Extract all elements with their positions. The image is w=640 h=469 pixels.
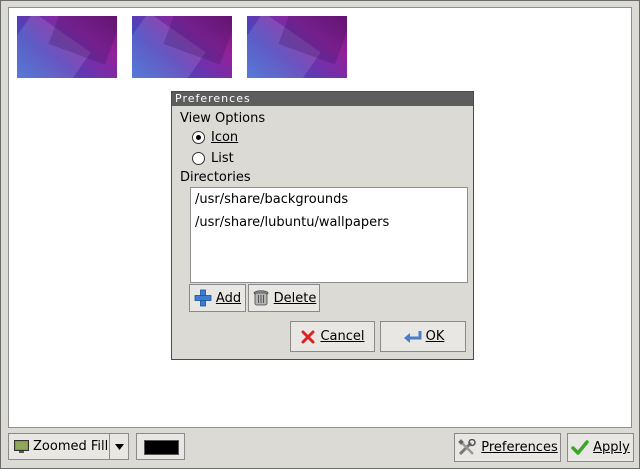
wallpaper-thumbnail-3[interactable] [247, 16, 347, 78]
radio-icon-button[interactable] [192, 130, 205, 144]
chevron-down-icon[interactable] [109, 434, 128, 459]
ok-label: OK [425, 329, 445, 344]
list-item[interactable]: /usr/share/backgrounds [195, 192, 348, 207]
radio-list-button[interactable] [192, 151, 205, 165]
view-options-label: View Options [180, 111, 266, 126]
tools-icon [458, 438, 477, 455]
apply-label: Apply [593, 440, 630, 455]
preferences-label: Preferences [481, 440, 558, 455]
delete-label: Delete [273, 290, 317, 306]
radio-icon-label: Icon [211, 129, 239, 145]
apply-button[interactable]: Apply [567, 433, 634, 462]
color-picker-button[interactable] [136, 433, 185, 460]
add-label: Add [215, 290, 242, 306]
wallpaper-thumbnail-2[interactable] [132, 16, 232, 78]
color-swatch [144, 440, 179, 455]
checkmark-icon [571, 439, 589, 455]
cancel-button[interactable]: Cancel [290, 321, 375, 352]
delete-button[interactable]: Delete [248, 284, 320, 312]
fill-mode-label: Zoomed Fill [33, 439, 109, 454]
add-button[interactable]: Add [189, 284, 246, 312]
cancel-icon [301, 330, 315, 343]
cancel-label: Cancel [320, 329, 365, 344]
radio-icon[interactable]: Icon [192, 128, 238, 146]
list-item[interactable]: /usr/share/lubuntu/wallpapers [195, 215, 389, 230]
preferences-button[interactable]: Preferences [454, 433, 561, 462]
main-window: Preferences View Options Icon List Direc… [0, 0, 640, 469]
monitor-icon [14, 440, 29, 453]
ok-button[interactable]: OK [380, 321, 466, 352]
return-arrow-icon [403, 330, 422, 343]
add-icon [194, 289, 212, 307]
radio-list[interactable]: List [192, 149, 234, 167]
radio-list-label: List [211, 150, 234, 166]
fill-mode-select[interactable]: Zoomed Fill [8, 433, 129, 460]
directories-list[interactable]: /usr/share/backgrounds /usr/share/lubunt… [190, 187, 468, 283]
preferences-dialog: Preferences View Options Icon List Direc… [171, 91, 474, 360]
trash-icon [253, 290, 269, 306]
dialog-title: Preferences [172, 92, 473, 106]
wallpaper-thumbnail-1[interactable] [17, 16, 117, 78]
directories-label: Directories [180, 170, 251, 185]
